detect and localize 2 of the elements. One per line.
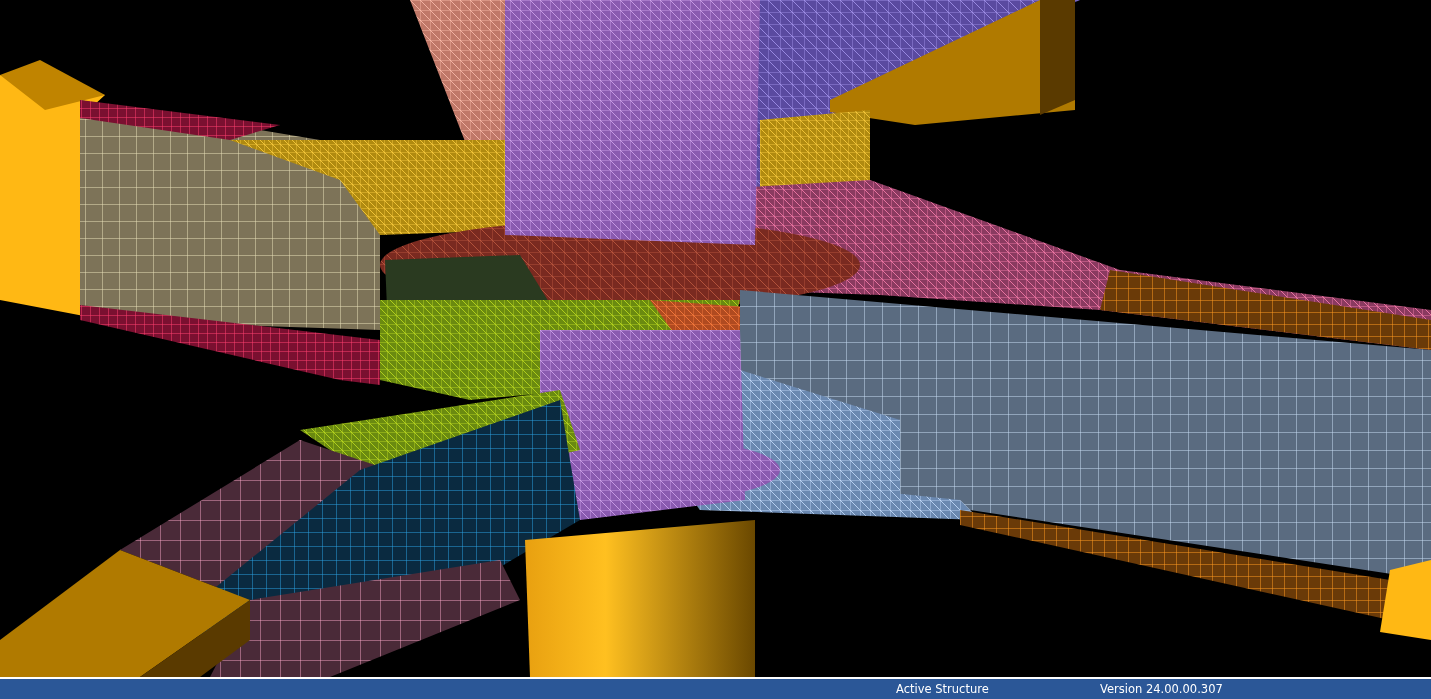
- version-text: Version 24.00.00.307: [1100, 682, 1224, 696]
- status-mode-text: Active Structure: [896, 682, 990, 696]
